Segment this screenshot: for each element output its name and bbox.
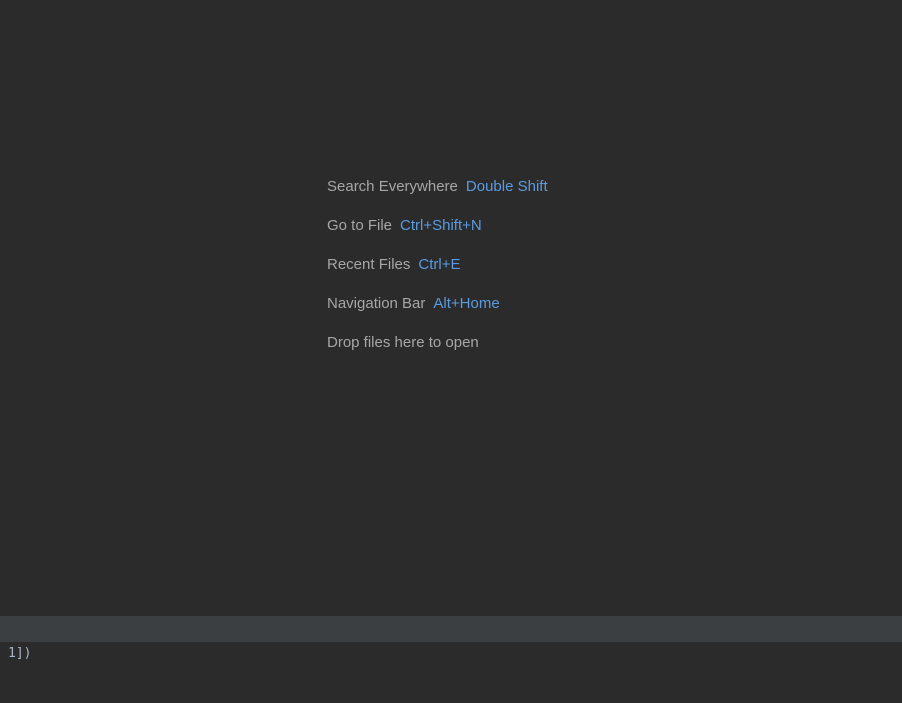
console-panel[interactable]: 1]) <box>0 642 902 703</box>
console-output-line: 1]) <box>8 646 32 661</box>
hint-shortcut: Double Shift <box>465 178 548 195</box>
hint-recent-files: Recent Files Ctrl+E <box>327 255 548 294</box>
hint-drop-files: Drop files here to open <box>327 333 548 372</box>
hint-navigation-bar: Navigation Bar Alt+Home <box>327 294 548 333</box>
hint-shortcut: Alt+Home <box>433 295 500 312</box>
hint-label: Drop files here to open <box>327 334 479 351</box>
hint-label: Navigation Bar <box>327 295 426 312</box>
hint-shortcut: Ctrl+E <box>418 256 461 273</box>
hint-go-to-file: Go to File Ctrl+Shift+N <box>327 216 548 255</box>
hint-label: Go to File <box>327 217 393 234</box>
empty-editor-area: Search Everywhere Double Shift Go to File… <box>0 0 902 616</box>
hint-search-everywhere: Search Everywhere Double Shift <box>327 177 548 216</box>
hint-label: Search Everywhere <box>327 178 458 195</box>
hint-shortcut: Ctrl+Shift+N <box>400 217 482 234</box>
hint-label: Recent Files <box>327 256 411 273</box>
editor-hints: Search Everywhere Double Shift Go to File… <box>327 177 548 372</box>
tool-window-header[interactable] <box>0 616 902 642</box>
